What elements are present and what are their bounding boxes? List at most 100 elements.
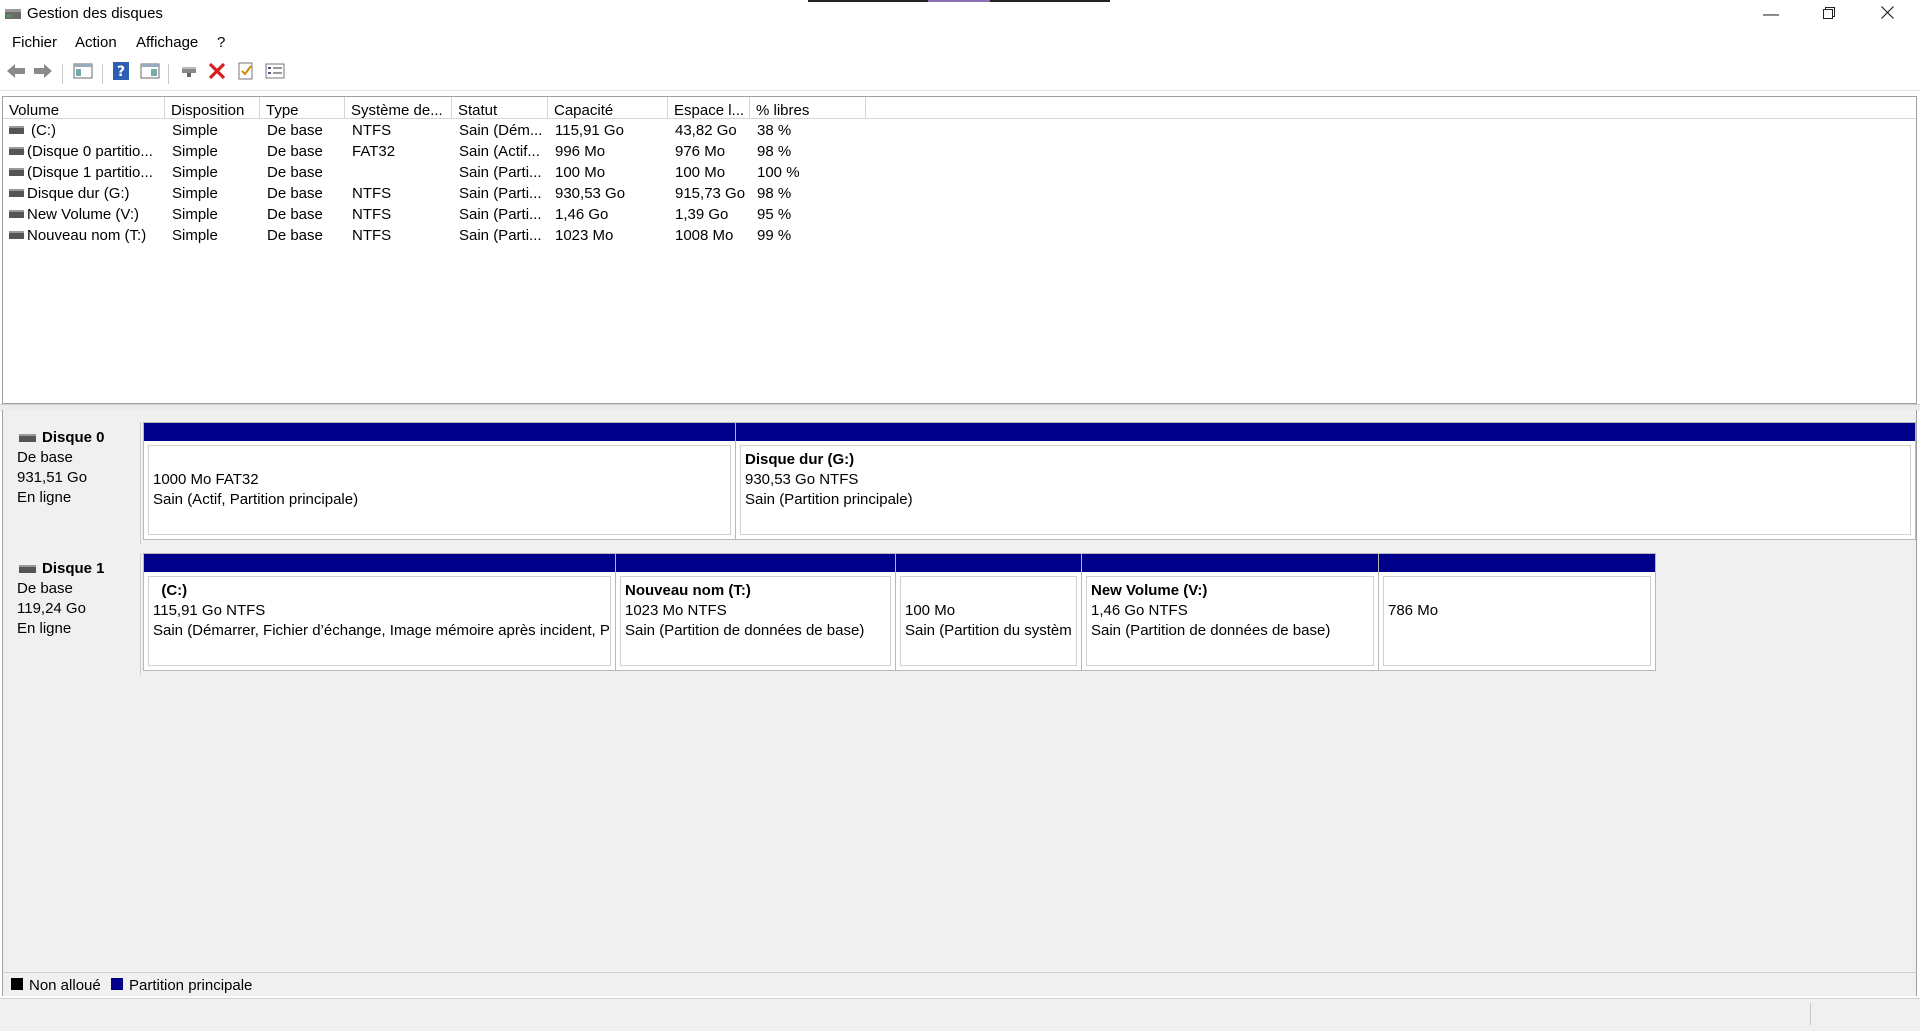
title-bar: Gestion des disques — <box>0 0 1920 30</box>
disk-management-icon <box>4 6 22 22</box>
table-row[interactable]: (C:) Simple De base NTFS Sain (Dém... 11… <box>3 120 903 141</box>
help-button[interactable]: ? <box>110 62 132 84</box>
forward-button[interactable] <box>32 62 54 84</box>
restore-icon <box>1823 6 1835 24</box>
cell-disposition: Simple <box>172 143 218 160</box>
cell-percent-free: 99 % <box>757 227 792 244</box>
cell-percent-free: 95 % <box>757 206 792 223</box>
delete-button[interactable] <box>206 62 228 84</box>
cell-type: De base <box>267 227 323 244</box>
partition-type-bar <box>1379 554 1655 572</box>
checklist-button[interactable] <box>235 62 257 84</box>
column-header-free-space[interactable]: Espace l... <box>668 97 750 119</box>
svg-text:?: ? <box>117 64 125 80</box>
legend-label-unallocated: Non alloué <box>29 977 101 994</box>
legend: Non alloué Partition principale <box>2 972 1917 996</box>
disk-icon <box>19 434 36 442</box>
partition-disque-dur-g[interactable]: Disque dur (G:) 930,53 Go NTFS Sain (Par… <box>736 423 1915 539</box>
disk-0-info[interactable]: Disque 0 De base 931,51 Go En ligne <box>5 422 141 544</box>
minimize-icon: — <box>1763 6 1779 23</box>
partition-body: 786 Mo <box>1383 576 1651 666</box>
partition-body: 1000 Mo FAT32 Sain (Actif, Partition pri… <box>148 445 731 535</box>
cell-capacity: 115,91 Go <box>555 122 624 139</box>
column-header-percent-free[interactable]: % libres <box>750 97 866 119</box>
partition-body: (C:) 115,91 Go NTFS Sain (Démarrer, Fich… <box>148 576 611 666</box>
cell-volume: Disque dur (G:) <box>27 185 130 202</box>
partition-c[interactable]: (C:) 115,91 Go NTFS Sain (Démarrer, Fich… <box>144 554 616 670</box>
restore-button[interactable] <box>1800 0 1858 30</box>
connect-button[interactable] <box>178 62 200 84</box>
partition-title: (C:) <box>161 582 188 599</box>
disk-1-info[interactable]: Disque 1 De base 119,24 Go En ligne <box>5 553 141 675</box>
partition-type-bar <box>896 554 1081 572</box>
cell-type: De base <box>267 143 323 160</box>
partition-nouveau-nom-t[interactable]: Nouveau nom (T:) 1023 Mo NTFS Sain (Part… <box>616 554 896 670</box>
volume-icon <box>9 189 24 197</box>
cell-capacity: 100 Mo <box>555 164 606 181</box>
partition-size: 1,46 Go NTFS <box>1091 602 1188 619</box>
partition-type-bar <box>616 554 895 572</box>
partition-status: Sain (Partition du systèm <box>905 622 1072 639</box>
cell-capacity: 930,53 Go <box>555 185 626 202</box>
show-hide-tree-button[interactable] <box>72 62 94 84</box>
partition-new-volume-v[interactable]: New Volume (V:) 1,46 Go NTFS Sain (Parti… <box>1082 554 1379 670</box>
column-header-type[interactable]: Type <box>260 97 345 119</box>
column-header-volume[interactable]: Volume <box>3 97 165 119</box>
minimize-button[interactable]: — <box>1742 0 1800 30</box>
back-button[interactable] <box>5 62 27 84</box>
table-row[interactable]: New Volume (V:) Simple De base NTFS Sain… <box>3 204 903 225</box>
status-bar <box>0 998 1920 1031</box>
cell-status: Sain (Parti... <box>459 227 542 244</box>
legend-swatch-unallocated <box>11 978 23 990</box>
menu-affichage[interactable]: Affichage <box>136 34 198 51</box>
menu-fichier[interactable]: Fichier <box>12 34 57 51</box>
cell-disposition: Simple <box>172 206 218 223</box>
partition-786mo[interactable]: 786 Mo <box>1379 554 1655 670</box>
menu-bar: Fichier Action Affichage ? <box>0 30 1920 56</box>
table-row[interactable]: (Disque 1 partitio... Simple De base Sai… <box>3 162 903 183</box>
table-row[interactable]: Nouveau nom (T:) Simple De base NTFS Sai… <box>3 225 903 246</box>
partition-system[interactable]: 100 Mo Sain (Partition du systèm <box>896 554 1082 670</box>
cell-disposition: Simple <box>172 122 218 139</box>
table-row[interactable]: Disque dur (G:) Simple De base NTFS Sain… <box>3 183 903 204</box>
disk-graphical-view: Disque 0 De base 931,51 Go En ligne 1000… <box>2 410 1917 972</box>
toolbar: ? <box>0 56 1920 91</box>
menu-help[interactable]: ? <box>217 34 225 51</box>
close-button[interactable] <box>1858 0 1916 30</box>
partition-size: 1000 Mo FAT32 <box>153 471 259 488</box>
column-header-filler <box>866 97 1916 119</box>
cell-status: Sain (Parti... <box>459 206 542 223</box>
cell-filesystem: FAT32 <box>352 143 396 160</box>
cell-status: Sain (Dém... <box>459 122 543 139</box>
settings-list-button[interactable] <box>264 62 286 84</box>
legend-label-primary: Partition principale <box>129 977 253 994</box>
cell-disposition: Simple <box>172 185 218 202</box>
partition-size: 100 Mo <box>905 602 956 619</box>
table-row[interactable]: (Disque 0 partitio... Simple De base FAT… <box>3 141 903 162</box>
partition-size: 1023 Mo NTFS <box>625 602 727 619</box>
window-title: Gestion des disques <box>27 5 163 22</box>
cell-free-space: 1,39 Go <box>675 206 729 223</box>
cell-status: Sain (Actif... <box>459 143 540 160</box>
partition-size: 115,91 Go NTFS <box>153 602 266 619</box>
toolbar-separator <box>168 64 169 84</box>
cell-type: De base <box>267 206 323 223</box>
volume-icon <box>9 168 24 176</box>
disk-1-partitions: (C:) 115,91 Go NTFS Sain (Démarrer, Fich… <box>143 553 1656 671</box>
partition-type-bar <box>1082 554 1378 572</box>
cell-volume: (Disque 1 partitio... <box>27 164 153 181</box>
partition-status: Sain (Partition principale) <box>745 491 913 508</box>
column-header-filesystem[interactable]: Système de... <box>345 97 452 119</box>
cell-free-space: 976 Mo <box>675 143 726 160</box>
cell-free-space: 1008 Mo <box>675 227 734 244</box>
console-tree-icon <box>73 62 93 84</box>
properties-panel-button[interactable] <box>139 62 161 84</box>
column-header-status[interactable]: Statut <box>452 97 548 119</box>
disk-0-size: 931,51 Go <box>17 469 88 486</box>
menu-action[interactable]: Action <box>75 34 117 51</box>
cell-capacity: 996 Mo <box>555 143 606 160</box>
column-header-disposition[interactable]: Disposition <box>165 97 260 119</box>
column-header-capacity[interactable]: Capacité <box>548 97 668 119</box>
cell-percent-free: 38 % <box>757 122 792 139</box>
partition-disk0-1[interactable]: 1000 Mo FAT32 Sain (Actif, Partition pri… <box>144 423 736 539</box>
